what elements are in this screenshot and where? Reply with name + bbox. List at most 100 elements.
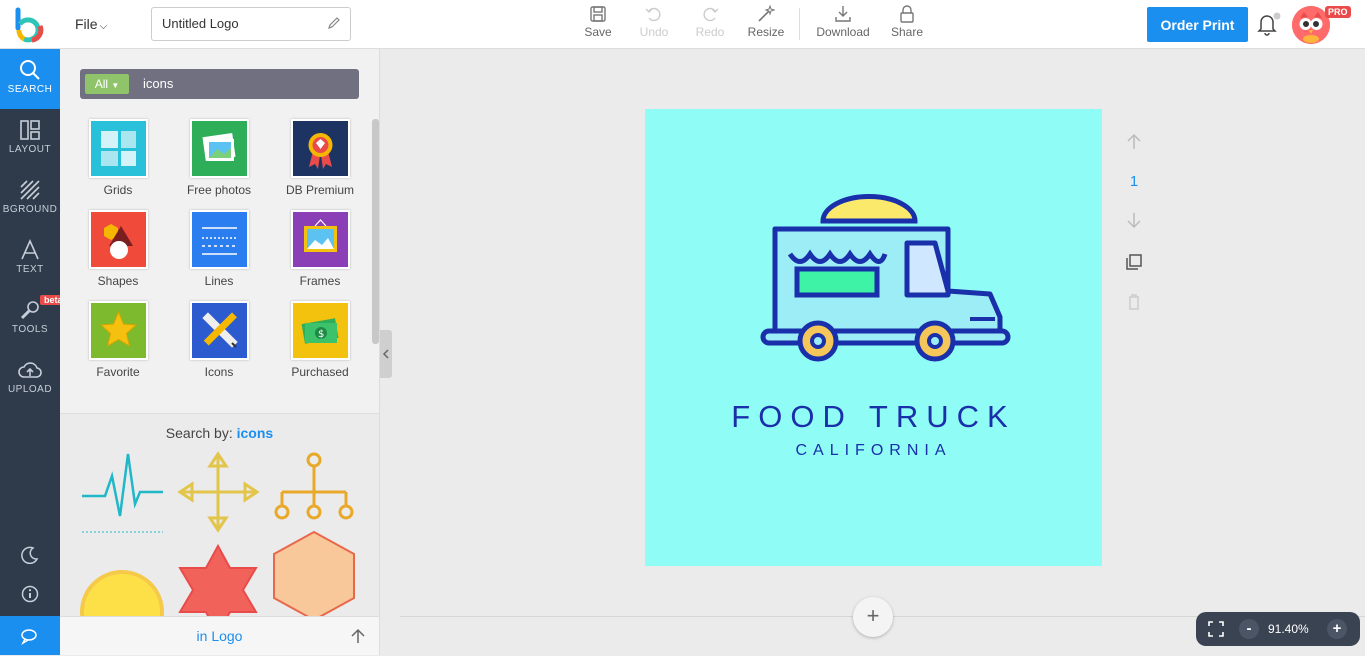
category-shapes[interactable]: Shapes: [68, 210, 168, 288]
order-print-button[interactable]: Order Print: [1147, 7, 1248, 42]
in-logo-footer[interactable]: in Logo: [60, 616, 379, 655]
wrench-icon: [20, 301, 39, 320]
download-button[interactable]: Download: [813, 5, 873, 39]
category-label: Lines: [204, 274, 234, 288]
nav-layout-label: LAYOUT: [8, 144, 52, 155]
money-icon: $: [290, 301, 350, 360]
category-free-photos[interactable]: Free photos: [169, 119, 269, 197]
document-title-input[interactable]: [162, 16, 322, 31]
nav-search-label: SEARCH: [7, 84, 53, 95]
plus-icon: +: [866, 603, 880, 628]
category-label: DB Premium: [285, 183, 354, 197]
category-favorite[interactable]: Favorite: [68, 301, 168, 379]
move-page-up-icon[interactable]: [1122, 132, 1146, 150]
category-purchased[interactable]: $ Purchased: [270, 301, 370, 379]
sun-circle-icon[interactable]: [80, 570, 164, 617]
collapse-panel-tab[interactable]: [380, 330, 392, 378]
caret-down-icon: ▼: [111, 81, 120, 90]
undo-button[interactable]: Undo: [629, 5, 679, 39]
nav-background-label: BGROUND: [2, 204, 58, 215]
frame-icon: [290, 210, 350, 269]
category-lines[interactable]: Lines: [169, 210, 269, 288]
info-icon: [21, 585, 39, 603]
filter-label: All: [94, 77, 109, 91]
redo-label: Redo: [695, 25, 725, 39]
duplicate-page-icon[interactable]: [1122, 253, 1146, 271]
star-icon: [88, 301, 148, 360]
nav-text-label: TEXT: [16, 264, 44, 275]
category-grids[interactable]: Grids: [68, 119, 168, 197]
svg-text:$: $: [318, 329, 324, 340]
info-button[interactable]: [0, 576, 60, 612]
four-way-arrows-icon[interactable]: [177, 451, 260, 533]
share-button[interactable]: Share: [882, 5, 932, 39]
file-menu-label: File: [75, 16, 98, 32]
hexagon-icon[interactable]: [273, 530, 355, 617]
design-canvas[interactable]: FOOD TRUCK CALIFORNIA: [645, 109, 1102, 566]
zoom-out-button[interactable]: -: [1239, 619, 1259, 639]
chevron-left-icon: [382, 349, 389, 359]
document-title-field[interactable]: [151, 7, 351, 41]
logo-subtitle-text[interactable]: CALIFORNIA: [645, 442, 1102, 460]
nav-layout[interactable]: LAYOUT: [0, 109, 60, 169]
nav-upload-label: UPLOAD: [7, 384, 53, 395]
background-icon: [20, 180, 40, 200]
app-logo-icon[interactable]: [12, 6, 46, 44]
nav-background[interactable]: BGROUND: [0, 169, 60, 229]
chat-button[interactable]: [0, 616, 60, 655]
nav-text[interactable]: TEXT: [0, 229, 60, 289]
resize-label: Resize: [747, 25, 785, 39]
chat-icon: [21, 628, 37, 645]
zoom-in-button[interactable]: +: [1327, 619, 1347, 639]
fullscreen-icon[interactable]: [1208, 621, 1224, 637]
category-frames[interactable]: Frames: [270, 210, 370, 288]
nav-search[interactable]: SEARCH: [0, 49, 60, 109]
dark-mode-toggle[interactable]: [0, 537, 60, 573]
category-label: Icons: [204, 365, 234, 379]
category-icons[interactable]: Icons: [169, 301, 269, 379]
category-label: Shapes: [97, 274, 139, 288]
resize-button[interactable]: Resize: [741, 5, 791, 39]
star-of-david-icon[interactable]: [178, 543, 258, 617]
arrow-up-icon[interactable]: [350, 628, 366, 644]
chevron-down-icon: ⌵: [99, 21, 108, 32]
save-icon: [590, 6, 606, 22]
file-menu[interactable]: File ⌵: [75, 16, 107, 32]
search-icon: [20, 60, 40, 80]
panel-scrollbar[interactable]: [372, 119, 379, 344]
category-label: Frames: [299, 274, 341, 288]
save-button[interactable]: Save: [573, 5, 623, 39]
filter-dropdown[interactable]: All ▼: [85, 74, 129, 94]
cloud-upload-icon: [18, 362, 42, 378]
bell-icon[interactable]: [1255, 11, 1281, 37]
lock-icon: [900, 5, 914, 23]
undo-label: Undo: [639, 25, 669, 39]
add-page-button[interactable]: +: [853, 597, 893, 637]
left-navigation: SEARCH LAYOUT BGROUND TEXT TOOLS UPLOAD …: [0, 49, 67, 655]
food-truck-icon[interactable]: [645, 109, 1102, 566]
category-grid: Grids Free photos DB Premium Shapes Line…: [60, 119, 372, 414]
pencil-icon[interactable]: [327, 16, 341, 30]
layout-icon: [20, 120, 40, 140]
result-thumbnails: [80, 451, 355, 617]
nav-upload[interactable]: UPLOAD: [0, 349, 60, 409]
share-label: Share: [890, 25, 924, 39]
zoom-controls: - 91.40% +: [1196, 612, 1360, 646]
logo-title-text[interactable]: FOOD TRUCK: [645, 399, 1102, 435]
in-logo-label: in Logo: [196, 628, 243, 644]
premium-medal-icon: [290, 119, 350, 178]
trash-icon[interactable]: [1122, 292, 1146, 310]
org-chart-icon[interactable]: [274, 452, 354, 520]
save-label: Save: [584, 25, 612, 39]
category-label: Purchased: [291, 365, 349, 379]
pulse-line-icon[interactable]: [82, 453, 163, 533]
category-label: Favorite: [96, 365, 140, 379]
download-label: Download: [816, 25, 870, 39]
search-results: Search by: icons: [60, 414, 379, 617]
nav-tools-label: TOOLS: [11, 324, 49, 335]
search-input[interactable]: [143, 76, 343, 91]
redo-button[interactable]: Redo: [685, 5, 735, 39]
move-page-down-icon[interactable]: [1122, 212, 1146, 230]
category-db-premium[interactable]: DB Premium: [270, 119, 370, 197]
toolbar-divider: [799, 8, 800, 40]
